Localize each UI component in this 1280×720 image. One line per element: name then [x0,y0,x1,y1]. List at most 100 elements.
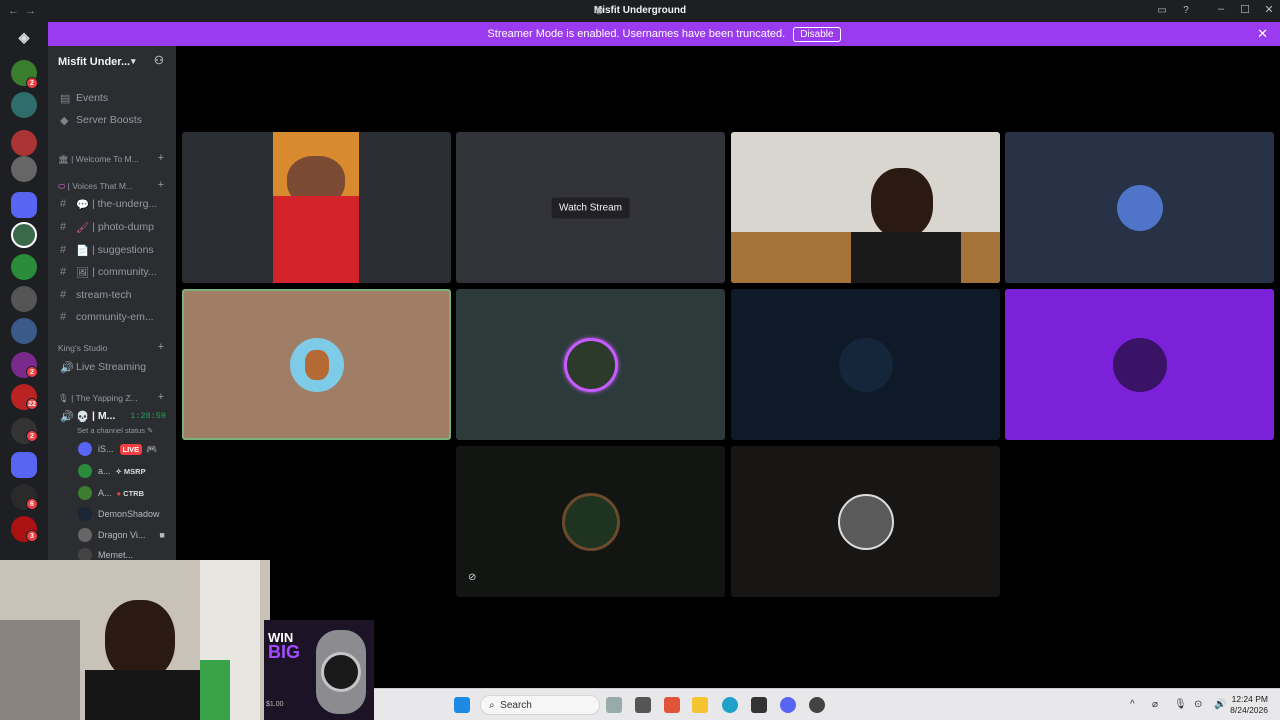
promo-text: WIN BIG [268,630,301,662]
speech-bubble-icon: 💬 [76,198,90,211]
avatar-tile[interactable] [1005,289,1274,440]
channel-the-underground[interactable]: # 💬 | the-underg... [48,194,176,214]
wifi-icon[interactable]: ⊙ [1194,699,1202,710]
widget-icon[interactable] [606,697,622,713]
chevron-up-icon[interactable]: ^ [1130,699,1135,710]
store-icon[interactable] [751,697,767,713]
folder-icon[interactable] [11,192,37,218]
server-icon[interactable] [11,92,37,118]
search-input[interactable]: ⌕ Search [480,695,600,715]
avatar [837,493,894,550]
network-icon[interactable]: ⌀ [1152,699,1158,710]
promo-amount: $1.00 [266,701,284,708]
avatar [563,337,618,392]
hash-icon: # [60,311,67,323]
help-icon[interactable]: ? [1180,5,1192,17]
controller-icon: 🎮 [146,443,158,454]
avatar [561,492,620,551]
avatar [1116,184,1163,231]
server-list: ◈ 2 2 22 2 6 3 [0,22,48,560]
unread-badge: 6 [26,498,38,510]
channel-photo-dump[interactable]: # 🖌 | photo-dump [48,217,176,237]
voice-user[interactable]: A... ● CTRB [78,484,144,502]
video-tile[interactable] [731,132,1000,283]
server-name: Misfit Under... [58,56,131,68]
avatar-tile[interactable] [731,289,1000,440]
server-header[interactable]: Misfit Under... ▾ ⚇ [48,46,176,78]
microphone-icon[interactable]: 🎙 [1174,699,1187,710]
channel-status[interactable]: Set a channel status ✎ [77,426,153,435]
inbox-icon[interactable]: ▭ [1156,5,1168,17]
server-boosts-item[interactable]: ◆ Server Boosts [48,110,176,130]
calendar-icon: ▤ [60,92,71,105]
stream-tile[interactable]: Watch Stream [456,132,725,283]
channel-suggestions[interactable]: # 📄 | suggestions [48,240,176,260]
title-bar: ←→ Misfit Underground ◉ ▭ ? – ☐ ✕ [0,0,1280,22]
start-icon[interactable] [454,697,470,713]
channel-sidebar: Misfit Under... ▾ ⚇ ▤ Events ◆ Server Boos… [48,46,176,560]
voice-user[interactable]: Memet... [78,546,133,560]
skull-icon: 💀 [76,410,90,423]
close-icon[interactable]: ✕ [1257,26,1268,42]
clock[interactable]: 12:24 PM 8/24/2026 [1230,694,1268,716]
avatar-tile[interactable]: ⊘ [456,446,725,597]
voice-user[interactable]: DemonShadow [78,505,160,523]
add-member-icon[interactable]: ⚇ [154,54,164,67]
copilot-icon[interactable] [664,697,680,713]
server-icon[interactable] [11,318,37,344]
category-welcome[interactable]: 🏛 | Welcome To M... + [48,152,176,165]
voice-user[interactable]: a... ✧ MSRP [78,462,146,480]
banner-text: Streamer Mode is enabled. Usernames have… [487,28,786,40]
category-voices[interactable]: ⬭ | Voices That M... + [48,179,176,192]
voice-user[interactable]: Dragon Vi... ■ [78,526,165,544]
hash-icon: # [60,266,67,278]
channel-stream-tech[interactable]: # stream-tech [48,285,176,305]
server-icon[interactable] [11,130,37,156]
maximize-button[interactable]: ☐ [1235,3,1255,16]
file-explorer-icon[interactable] [692,697,708,713]
discord-icon[interactable] [780,697,796,713]
unread-badge: 2 [26,430,38,442]
server-icon-active[interactable] [11,222,37,248]
video-tile[interactable] [182,132,451,283]
channel-live-streaming[interactable]: 🔊 Live Streaming [48,357,176,377]
category-kings-studio[interactable]: King's Studio + [48,341,176,353]
wolf-avatar [838,337,893,392]
volume-icon[interactable]: 🔊 [1214,699,1226,710]
category-yapping[interactable]: 🎙 | The Yapping Z... + [48,391,176,404]
minimize-button[interactable]: – [1211,3,1231,15]
avatar-tile[interactable] [731,446,1000,597]
server-icon[interactable] [11,254,37,280]
discord-home-icon[interactable]: ◈ [11,24,37,50]
voice-timer: 1:28:59 [130,411,166,421]
boost-icon: ◆ [60,114,69,127]
disable-button[interactable]: Disable [793,26,841,42]
watch-image [316,630,366,714]
unread-badge: 2 [26,366,38,378]
events-item[interactable]: ▤ Events [48,88,176,108]
server-icon[interactable] [11,286,37,312]
obs-icon[interactable] [809,697,825,713]
active-voice-channel[interactable]: 🔊 💀 | M... 1:28:59 [48,406,176,426]
close-window-button[interactable]: ✕ [1259,3,1279,16]
streamer-webcam [0,560,270,720]
live-badge: LIVE [119,443,143,455]
avatar-tile[interactable] [456,289,725,440]
pill-icon: ⬭ [58,181,66,191]
edge-icon[interactable] [722,697,738,713]
moose-avatar [289,337,344,392]
folder-icon[interactable] [11,452,37,478]
channel-community-em[interactable]: # community-em... [48,307,176,327]
mic-icon: 🎙 [58,393,69,403]
voice-stage: Watch Stream ⊘ [176,46,1280,688]
avatar-tile[interactable] [1005,132,1274,283]
avatar-tile-speaking[interactable] [182,289,451,440]
voice-user[interactable]: iS... LIVE 🎮 [78,440,157,458]
channel-community[interactable]: # 🖼 | community... [48,262,176,282]
task-view-icon[interactable] [635,697,651,713]
unread-badge: 22 [26,398,38,410]
watch-stream-button[interactable]: Watch Stream [551,197,630,218]
server-tag: ● CTRB [116,488,144,498]
server-icon[interactable] [11,156,37,182]
server-icon: ◉ [594,5,604,16]
